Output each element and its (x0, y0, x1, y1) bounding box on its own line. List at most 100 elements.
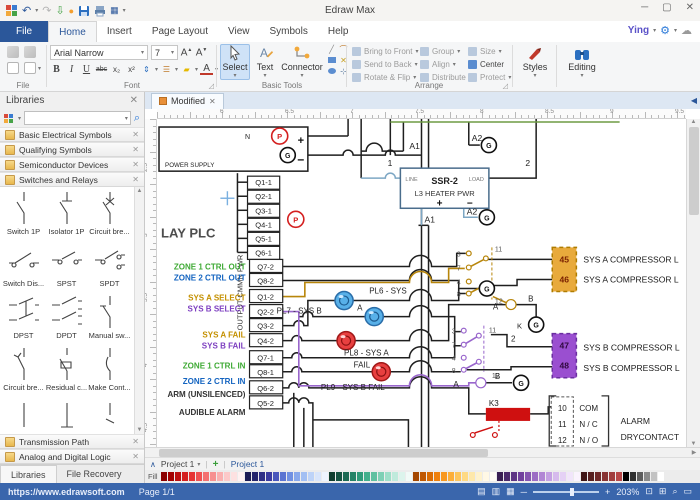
palette-swatch[interactable] (196, 472, 202, 481)
horizontal-scrollbar[interactable]: ▶ (145, 447, 700, 457)
palette-swatch[interactable] (252, 472, 258, 481)
palette-swatch[interactable] (385, 472, 391, 481)
maximize-button[interactable]: ▢ (662, 2, 671, 13)
palette-swatch[interactable] (518, 472, 524, 481)
library-picker-caret-icon[interactable]: ▾ (18, 115, 21, 122)
edrawsoft-link[interactable]: https://www.edrawsoft.com (8, 487, 125, 497)
palette-swatch[interactable] (182, 472, 188, 481)
palette-swatch[interactable] (343, 472, 349, 481)
superscript-button[interactable]: x² (125, 65, 138, 74)
pan-zoom-icon[interactable]: ⊞ (659, 486, 667, 497)
scroll-up-icon[interactable]: ▲ (137, 188, 143, 194)
category-close-icon[interactable]: ✕ (132, 160, 139, 169)
library-category-qualifying[interactable]: Qualifying Symbols✕ (0, 142, 144, 157)
palette-swatch[interactable] (189, 472, 195, 481)
sidebar-tab-libraries[interactable]: Libraries (0, 465, 57, 483)
palette-swatch[interactable] (203, 472, 209, 481)
add-page-button[interactable]: + (213, 459, 219, 470)
palette-swatch[interactable] (175, 472, 181, 481)
font-name-select[interactable]: Arial Narrow▾ (50, 45, 148, 60)
palette-swatch[interactable] (623, 472, 629, 481)
user-caret-icon[interactable]: ▾ (653, 27, 656, 34)
subscript-button[interactable]: x₂ (110, 65, 123, 74)
palette-swatch[interactable] (539, 472, 545, 481)
library-category-semiconductor[interactable]: Semiconductor Devices✕ (0, 157, 144, 172)
symbol-item[interactable]: SPST (45, 241, 88, 293)
symbol-item[interactable]: DPDT (45, 293, 88, 345)
select-tool-button[interactable]: Select▾ (220, 44, 250, 80)
styles-button[interactable]: Styles▾ (518, 45, 552, 81)
libraries-close-icon[interactable]: ✕ (130, 95, 138, 106)
palette-swatch[interactable] (609, 472, 615, 481)
palette-swatch[interactable] (210, 472, 216, 481)
tab-view[interactable]: View (218, 21, 260, 42)
drawing-canvas[interactable]: N POWER SUPPLY + − LAY PLC OUTPUT CMMN P… (157, 119, 686, 447)
palette-swatch[interactable] (532, 472, 538, 481)
library-category-switches-relays[interactable]: Switches and Relays✕ (0, 172, 144, 187)
underline-button[interactable]: U (80, 64, 93, 75)
palette-swatch[interactable] (637, 472, 643, 481)
symbol-item[interactable] (2, 397, 45, 434)
palette-swatch[interactable] (168, 472, 174, 481)
align-button[interactable]: Align▾ (420, 58, 472, 71)
search-icon[interactable]: ⌕ (134, 112, 140, 125)
connector-tool-button[interactable]: Connector▾ (280, 44, 324, 80)
palette-swatch[interactable] (413, 472, 419, 481)
palette-swatch[interactable] (567, 472, 573, 481)
plc-io-terminals[interactable]: Q7-2Q8-2Q1-2Q2-2Q3-2Q4-2Q7-1Q8-1Q6-2Q5-2 (250, 259, 283, 408)
sys-b-compressor-block[interactable]: 47 48 (552, 334, 576, 378)
format-painter-icon[interactable] (7, 46, 19, 58)
category-close-icon[interactable]: ✕ (132, 437, 139, 446)
palette-swatch[interactable] (294, 472, 300, 481)
symbol-item[interactable]: SPDT (88, 241, 131, 293)
zoom-level[interactable]: 203% (616, 487, 639, 497)
symbol-item[interactable]: DPST (2, 293, 45, 345)
shrink-font-button[interactable]: A▼ (195, 47, 208, 58)
vertical-scrollbar[interactable]: ▲ ▼ (686, 119, 700, 447)
k3-relay[interactable]: K3 (470, 399, 530, 437)
palette-swatch[interactable] (287, 472, 293, 481)
font-expander-icon[interactable]: ◿ (209, 82, 214, 90)
palette-swatch[interactable] (357, 472, 363, 481)
paste-caret-icon[interactable]: ▾ (38, 65, 41, 72)
palette-swatch[interactable] (630, 472, 636, 481)
plc-label[interactable]: LAY PLC (161, 225, 216, 240)
palette-swatch[interactable] (378, 472, 384, 481)
palette-swatch[interactable] (553, 472, 559, 481)
symbol-grid-scrollbar[interactable]: ▲ ▼ (134, 187, 144, 434)
category-close-icon[interactable]: ✕ (132, 452, 139, 461)
palette-swatch[interactable] (217, 472, 223, 481)
palette-swatch[interactable] (560, 472, 566, 481)
palette-swatch[interactable] (490, 472, 496, 481)
palette-swatch[interactable] (322, 472, 328, 481)
palette-swatch[interactable] (308, 472, 314, 481)
close-button[interactable]: ✕ (686, 2, 694, 13)
tab-home[interactable]: Home (48, 21, 97, 42)
palette-swatch[interactable] (511, 472, 517, 481)
tab-scroll-left-icon[interactable]: ◀ (691, 96, 697, 105)
palette-swatch[interactable] (427, 472, 433, 481)
zoom-slider[interactable] (533, 491, 599, 493)
vertical-scroll-thumb[interactable] (689, 127, 699, 215)
sys-a-compressor-block[interactable]: 45 46 (552, 247, 576, 291)
font-size-select[interactable]: 7▾ (151, 45, 178, 60)
palette-swatch[interactable] (364, 472, 370, 481)
grow-font-button[interactable]: A▲ (180, 47, 193, 58)
symbol-item[interactable]: Make Cont... (88, 345, 131, 397)
symbol-item[interactable] (88, 397, 131, 434)
alarm-drycontact[interactable]: 10COM 11N / C 12N / O ALARM DRYCONTACT (549, 396, 679, 446)
tab-symbols[interactable]: Symbols (260, 21, 318, 42)
palette-swatch[interactable] (469, 472, 475, 481)
library-category-analog-digital[interactable]: Analog and Digital Logic✕ (0, 449, 144, 464)
category-close-icon[interactable]: ✕ (132, 175, 139, 184)
library-category-basic-electrical[interactable]: Basic Electrical Symbols✕ (0, 127, 144, 142)
presentation-icon[interactable]: ▭ (683, 486, 692, 497)
palette-swatch[interactable] (525, 472, 531, 481)
library-picker-icon[interactable] (4, 113, 15, 124)
tab-file[interactable]: File (0, 21, 48, 42)
fullscreen-view-icon[interactable]: ▦ (506, 486, 515, 497)
user-name[interactable]: Ying (628, 25, 649, 36)
palette-swatch[interactable] (441, 472, 447, 481)
category-close-icon[interactable]: ✕ (132, 145, 139, 154)
palette-swatch[interactable] (392, 472, 398, 481)
